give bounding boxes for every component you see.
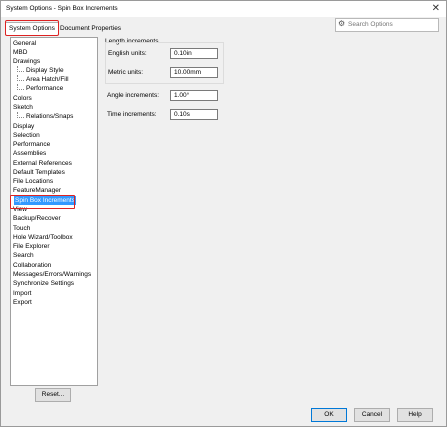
system-options-dialog: System Options - Spin Box Increments ✕ S… — [0, 0, 447, 427]
tree-item-label: Relations/Snaps — [26, 113, 74, 120]
tree-item-relations-snaps[interactable]: Relations/Snaps — [17, 112, 73, 121]
english-units-label: English units: — [108, 50, 147, 57]
tree-item-synchronize-settings[interactable]: Synchronize Settings — [13, 279, 74, 288]
tree-item-sketch[interactable]: Sketch — [13, 103, 33, 112]
time-increments-label: Time increments: — [107, 111, 157, 118]
options-tree[interactable]: General MBD Drawings Display Style Area … — [10, 37, 98, 386]
tree-item-file-explorer[interactable]: File Explorer — [13, 242, 49, 251]
tree-item-label: Performance — [26, 85, 64, 92]
tree-item-drawings-performance[interactable]: Performance — [17, 84, 63, 93]
tree-item-label: Display Style — [26, 67, 64, 74]
tree-branch — [17, 112, 24, 118]
tree-branch — [17, 84, 24, 90]
tab-document-properties[interactable]: Document Properties — [60, 25, 121, 32]
tree-item-assemblies[interactable]: Assemblies — [13, 149, 46, 158]
tree-item-view[interactable]: View — [13, 205, 27, 214]
tree-item-export[interactable]: Export — [13, 298, 32, 307]
tree-item-spin-box-increments[interactable]: Spin Box Increments — [14, 196, 76, 205]
english-units-field[interactable] — [170, 48, 218, 59]
tree-item-label: Area Hatch/Fill — [26, 76, 69, 83]
tree-item-touch[interactable]: Touch — [13, 224, 30, 233]
tree-item-selection[interactable]: Selection — [13, 131, 40, 140]
tree-item-mbd[interactable]: MBD — [13, 48, 27, 57]
title-bar: System Options - Spin Box Increments ✕ — [1, 1, 446, 17]
reset-button[interactable]: Reset... — [35, 388, 71, 402]
close-icon[interactable]: ✕ — [432, 3, 440, 14]
tree-item-drawings[interactable]: Drawings — [13, 57, 40, 66]
tree-item-colors[interactable]: Colors — [13, 94, 32, 103]
tree-branch — [17, 75, 24, 81]
tree-item-search[interactable]: Search — [13, 251, 34, 260]
tree-item-default-templates[interactable]: Default Templates — [13, 168, 65, 177]
tree-item-display[interactable]: Display — [13, 122, 34, 131]
tree-item-collaboration[interactable]: Collaboration — [13, 261, 51, 270]
help-button[interactable]: Help — [397, 408, 433, 422]
tab-system-options[interactable]: System Options — [5, 22, 59, 35]
tree-item-import[interactable]: Import — [13, 289, 31, 298]
metric-units-label: Metric units: — [108, 69, 144, 76]
search-box[interactable]: ⚙ — [335, 18, 439, 32]
tree-item-display-style[interactable]: Display Style — [17, 66, 64, 75]
tree-item-general[interactable]: General — [13, 39, 36, 48]
tree-item-featuremanager[interactable]: FeatureManager — [13, 186, 61, 195]
tree-item-performance[interactable]: Performance — [13, 140, 50, 149]
window-title: System Options - Spin Box Increments — [6, 5, 118, 12]
time-increments-field[interactable] — [170, 109, 218, 120]
tree-item-backup-recover[interactable]: Backup/Recover — [13, 214, 61, 223]
tree-item-external-references[interactable]: External References — [13, 159, 72, 168]
tree-branch — [17, 66, 24, 72]
search-input[interactable] — [348, 20, 434, 29]
angle-increments-field[interactable] — [170, 90, 218, 101]
tree-item-area-hatch[interactable]: Area Hatch/Fill — [17, 75, 69, 84]
cancel-button[interactable]: Cancel — [354, 408, 390, 422]
metric-units-field[interactable] — [170, 67, 218, 78]
tree-item-messages[interactable]: Messages/Errors/Warnings — [13, 270, 91, 279]
gear-icon: ⚙ — [338, 19, 346, 28]
angle-increments-label: Angle increments: — [107, 92, 160, 99]
tree-item-file-locations[interactable]: File Locations — [13, 177, 53, 186]
tree-item-hole-wizard[interactable]: Hole Wizard/Toolbox — [13, 233, 73, 242]
ok-button[interactable]: OK — [311, 408, 347, 422]
